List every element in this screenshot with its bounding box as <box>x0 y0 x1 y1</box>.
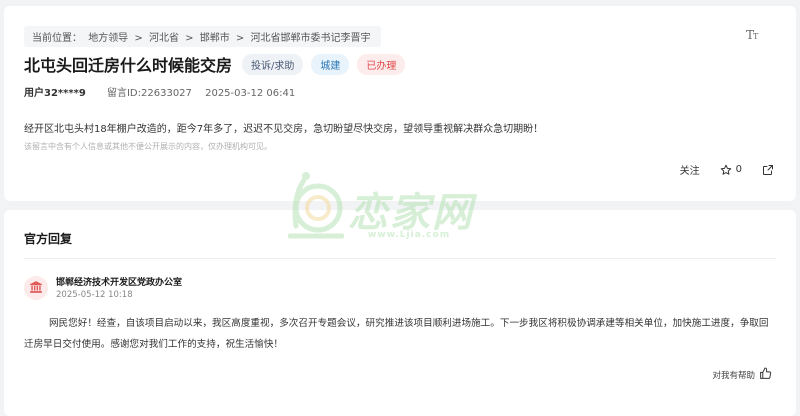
title-row: 北屯头回迁房什么时候能交房 投诉/求助 城建 已办理 <box>24 52 406 76</box>
page-title: 北屯头回迁房什么时候能交房 <box>24 56 233 75</box>
government-building-icon <box>29 279 43 298</box>
divider <box>24 258 776 259</box>
user-name: 用户32****9 <box>24 88 86 99</box>
font-size-icon[interactable]: TT <box>746 28 760 43</box>
favorite-button[interactable]: 0 <box>720 164 742 176</box>
reply-section-title: 官方回复 <box>24 232 73 246</box>
breadcrumb-item[interactable]: 邯郸市 <box>200 33 230 44</box>
breadcrumb-separator: > <box>185 33 194 44</box>
reply-date: 2025-05-12 10:18 <box>56 290 133 300</box>
share-icon <box>762 164 774 176</box>
breadcrumb-prefix: 当前位置： <box>32 33 82 44</box>
breadcrumb-item[interactable]: 河北省 <box>149 33 179 44</box>
reply-text: 网民您好！经查，自该项目启动以来，我区高度重视，多次召开专题会议，研究推进该项目… <box>24 318 769 350</box>
star-icon <box>720 164 732 176</box>
follow-label: 关注 <box>679 166 700 177</box>
helpful-button[interactable]: 对我有帮助 <box>712 367 772 383</box>
message-id: 留言ID:22633027 <box>106 88 192 99</box>
post-meta: 用户32****9 留言ID:22633027 2025-03-12 06:41 <box>24 84 295 99</box>
breadcrumb: 当前位置： 地方领导 > 河北省 > 邯郸市 > 河北省邯郸市委书记李晋宇 <box>24 26 382 47</box>
org-name: 邯郸经济技术开发区党政办公室 <box>56 278 183 288</box>
type-badge: 投诉/求助 <box>242 53 304 75</box>
category-badge: 城建 <box>311 53 350 75</box>
thumbs-up-icon <box>755 367 772 383</box>
breadcrumb-separator: > <box>235 33 245 44</box>
breadcrumb-item[interactable]: 河北省邯郸市委书记李晋宇 <box>250 33 370 44</box>
action-bar: 关注 0 <box>660 162 774 177</box>
favorite-count: 0 <box>735 164 742 175</box>
reply-card: 官方回复 邯郸经济技术开发区党政办公室 2025-05-12 10:18 网民您… <box>4 210 796 416</box>
status-badge: 已办理 <box>357 53 406 75</box>
post-time: 2025-03-12 06:41 <box>205 88 296 99</box>
follow-button[interactable]: 关注 <box>680 162 700 177</box>
breadcrumb-item[interactable]: 地方领导 <box>88 33 128 44</box>
breadcrumb-separator: > <box>134 33 143 44</box>
message-card: 当前位置： 地方领导 > 河北省 > 邯郸市 > 河北省邯郸市委书记李晋宇 TT… <box>4 6 796 201</box>
svg-text:T: T <box>753 32 759 40</box>
privacy-hint: 该留言中含有个人信息或其他不便公开展示的内容，仅办理机构可见。 <box>24 142 272 151</box>
share-button[interactable] <box>762 164 774 176</box>
helpful-label: 对我有帮助 <box>712 371 755 381</box>
message-content: 经开区北屯头村18年棚户改造的，距今7年多了，迟迟不见交房，急切盼望尽快交房，望… <box>24 124 544 135</box>
avatar <box>24 276 48 300</box>
